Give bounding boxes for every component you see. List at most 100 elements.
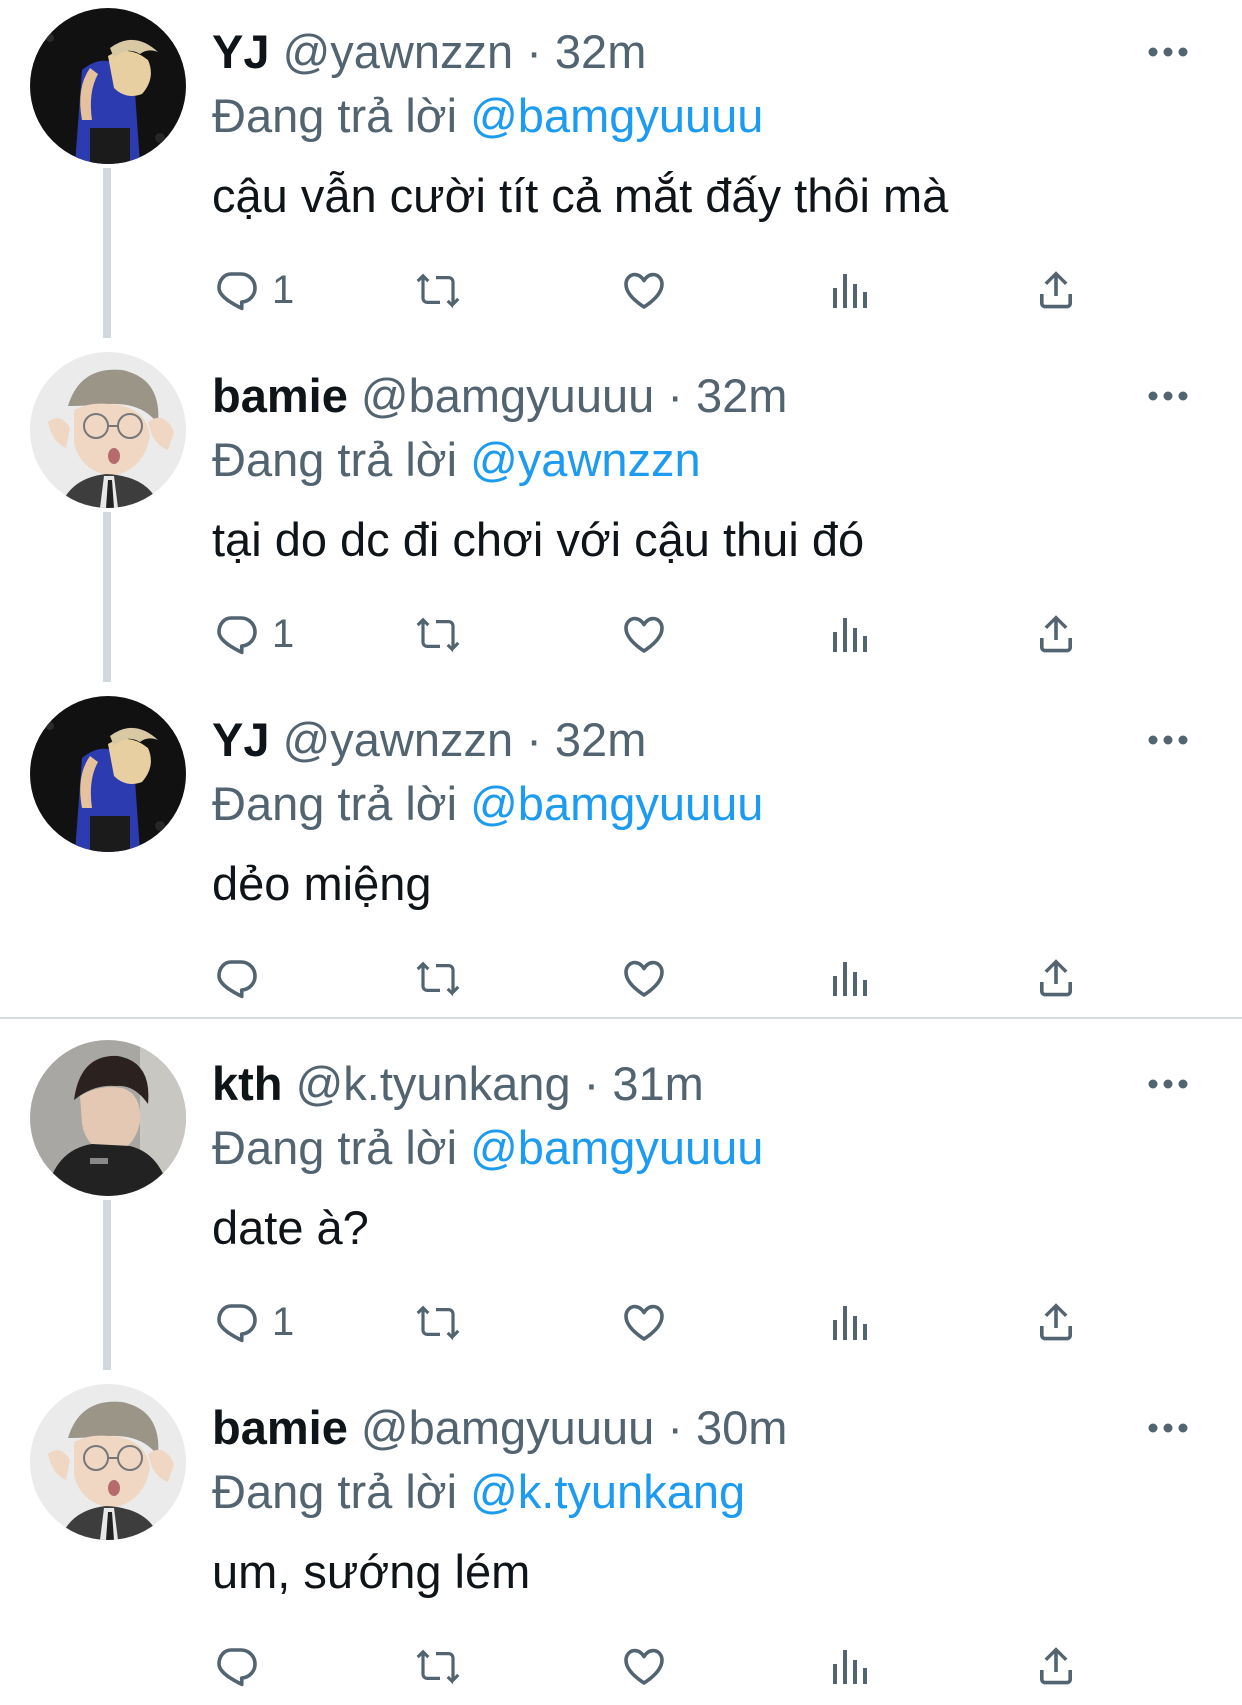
share-icon bbox=[1032, 1298, 1080, 1346]
tweet-header: YJ @yawnzzn · 32m bbox=[212, 710, 646, 770]
separator: · bbox=[667, 369, 683, 422]
analytics-button[interactable] bbox=[826, 1292, 874, 1352]
share-icon bbox=[1032, 266, 1080, 314]
reply-button[interactable] bbox=[212, 1636, 272, 1696]
like-button[interactable] bbox=[620, 1636, 668, 1696]
action-bar: 1 bbox=[212, 604, 1112, 664]
share-icon bbox=[1032, 954, 1080, 1002]
mention-link[interactable]: @bamgyuuuu bbox=[470, 89, 763, 142]
timestamp[interactable]: 32m bbox=[555, 713, 646, 766]
analytics-button[interactable] bbox=[826, 1636, 874, 1696]
retweet-icon bbox=[414, 1642, 462, 1690]
reply-button[interactable]: 1 bbox=[212, 1292, 294, 1352]
retweet-button[interactable] bbox=[414, 1292, 462, 1352]
tweet-text: date à? bbox=[212, 1201, 369, 1254]
share-icon bbox=[1032, 610, 1080, 658]
avatar[interactable] bbox=[30, 1040, 186, 1196]
heart-icon bbox=[620, 1298, 668, 1346]
reply-count: 1 bbox=[272, 1299, 295, 1344]
reply-button[interactable] bbox=[212, 948, 272, 1008]
analytics-icon bbox=[826, 954, 874, 1002]
replying-label: Đang trả lời bbox=[212, 89, 458, 142]
comment-icon bbox=[212, 954, 260, 1002]
tweet-header: YJ @yawnzzn · 32m bbox=[212, 22, 646, 82]
timestamp[interactable]: 32m bbox=[555, 25, 646, 78]
analytics-icon bbox=[826, 1298, 874, 1346]
retweet-icon bbox=[414, 1298, 462, 1346]
tweet-header: bamie @bamgyuuuu · 30m bbox=[212, 1398, 787, 1458]
timestamp[interactable]: 32m bbox=[696, 369, 787, 422]
replying-to: Đang trả lời @bamgyuuuu bbox=[212, 774, 763, 834]
display-name[interactable]: bamie bbox=[212, 1401, 348, 1454]
replying-to: Đang trả lời @bamgyuuuu bbox=[212, 1118, 763, 1178]
analytics-icon bbox=[826, 266, 874, 314]
mention-link[interactable]: @k.tyunkang bbox=[470, 1465, 745, 1518]
mention-link[interactable]: @bamgyuuuu bbox=[470, 777, 763, 830]
replying-to: Đang trả lời @bamgyuuuu bbox=[212, 86, 763, 146]
thread-connector bbox=[103, 1200, 111, 1370]
reply-button[interactable]: 1 bbox=[212, 260, 294, 320]
share-button[interactable] bbox=[1032, 1292, 1080, 1352]
mention-link[interactable]: @yawnzzn bbox=[470, 433, 701, 486]
tweet-header: bamie @bamgyuuuu · 32m bbox=[212, 366, 787, 426]
heart-icon bbox=[620, 266, 668, 314]
replying-label: Đang trả lời bbox=[212, 1121, 458, 1174]
separator: · bbox=[583, 1057, 600, 1110]
user-handle[interactable]: @k.tyunkang bbox=[296, 1057, 571, 1110]
tweet-text: cậu vẫn cười tít cả mắt đấy thôi mà bbox=[212, 169, 949, 222]
separator: · bbox=[526, 25, 542, 78]
analytics-button[interactable] bbox=[826, 948, 874, 1008]
timestamp[interactable]: 30m bbox=[696, 1401, 787, 1454]
tweet-header: kth @k.tyunkang · 31m bbox=[212, 1054, 704, 1114]
more-options-button[interactable] bbox=[1138, 1412, 1198, 1444]
timestamp[interactable]: 31m bbox=[612, 1057, 703, 1110]
user-handle[interactable]: @yawnzzn bbox=[283, 713, 514, 766]
share-button[interactable] bbox=[1032, 260, 1080, 320]
user-handle[interactable]: @yawnzzn bbox=[283, 25, 514, 78]
more-icon bbox=[1146, 1077, 1190, 1091]
more-options-button[interactable] bbox=[1138, 1068, 1198, 1100]
user-handle[interactable]: @bamgyuuuu bbox=[361, 1401, 654, 1454]
display-name[interactable]: YJ bbox=[212, 25, 270, 78]
like-button[interactable] bbox=[620, 260, 668, 320]
user-handle[interactable]: @bamgyuuuu bbox=[361, 369, 654, 422]
action-bar: 1 bbox=[212, 260, 1112, 320]
display-name[interactable]: kth bbox=[212, 1057, 283, 1110]
mention-link[interactable]: @bamgyuuuu bbox=[470, 1121, 763, 1174]
retweet-icon bbox=[414, 266, 462, 314]
replying-to: Đang trả lời @yawnzzn bbox=[212, 430, 701, 490]
retweet-button[interactable] bbox=[414, 604, 462, 664]
share-button[interactable] bbox=[1032, 1636, 1080, 1696]
more-options-button[interactable] bbox=[1138, 36, 1198, 68]
reply-thread: YJ @yawnzzn · 32m Đang trả lời @bamgyuuu… bbox=[0, 0, 1242, 1705]
like-button[interactable] bbox=[620, 604, 668, 664]
action-bar: 1 bbox=[212, 1292, 1112, 1352]
comment-icon bbox=[212, 266, 260, 314]
like-button[interactable] bbox=[620, 948, 668, 1008]
display-name[interactable]: YJ bbox=[212, 713, 270, 766]
more-options-button[interactable] bbox=[1138, 380, 1198, 412]
reply-button[interactable]: 1 bbox=[212, 604, 294, 664]
retweet-button[interactable] bbox=[414, 260, 462, 320]
more-icon bbox=[1146, 389, 1190, 403]
avatar[interactable] bbox=[30, 352, 186, 508]
share-button[interactable] bbox=[1032, 948, 1080, 1008]
heart-icon bbox=[620, 954, 668, 1002]
more-options-button[interactable] bbox=[1138, 724, 1198, 756]
share-button[interactable] bbox=[1032, 604, 1080, 664]
retweet-icon bbox=[414, 954, 462, 1002]
analytics-button[interactable] bbox=[826, 260, 874, 320]
thread-connector bbox=[103, 512, 111, 682]
display-name[interactable]: bamie bbox=[212, 369, 348, 422]
retweet-button[interactable] bbox=[414, 948, 462, 1008]
avatar[interactable] bbox=[30, 1384, 186, 1540]
avatar[interactable] bbox=[30, 8, 186, 164]
analytics-button[interactable] bbox=[826, 604, 874, 664]
more-icon bbox=[1146, 733, 1190, 747]
replying-to: Đang trả lời @k.tyunkang bbox=[212, 1462, 745, 1522]
retweet-button[interactable] bbox=[414, 1636, 462, 1696]
like-button[interactable] bbox=[620, 1292, 668, 1352]
replying-label: Đang trả lời bbox=[212, 1465, 458, 1518]
avatar[interactable] bbox=[30, 696, 186, 852]
more-icon bbox=[1146, 1421, 1190, 1435]
